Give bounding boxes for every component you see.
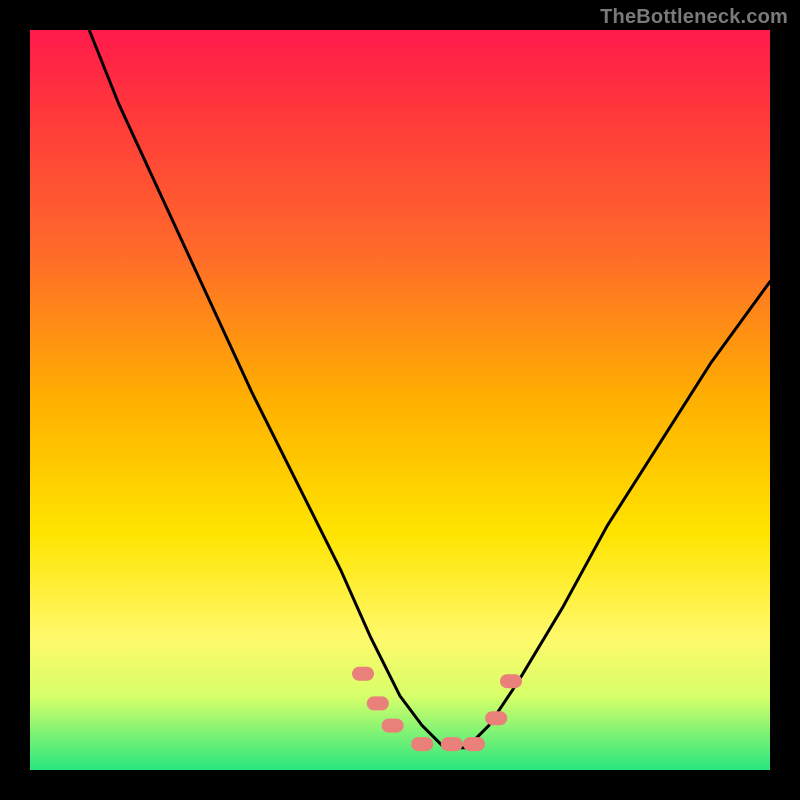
curve-marker <box>441 737 463 751</box>
curve-marker <box>382 719 404 733</box>
bottleneck-chart-svg <box>30 30 770 770</box>
bottleneck-curve <box>89 30 770 748</box>
curve-marker <box>352 667 374 681</box>
plot-area <box>30 30 770 770</box>
curve-marker <box>485 711 507 725</box>
watermark-text: TheBottleneck.com <box>600 6 788 29</box>
curve-marker <box>367 696 389 710</box>
chart-frame: TheBottleneck.com <box>0 0 800 800</box>
curve-marker <box>411 737 433 751</box>
curve-marker <box>463 737 485 751</box>
curve-marker <box>500 674 522 688</box>
